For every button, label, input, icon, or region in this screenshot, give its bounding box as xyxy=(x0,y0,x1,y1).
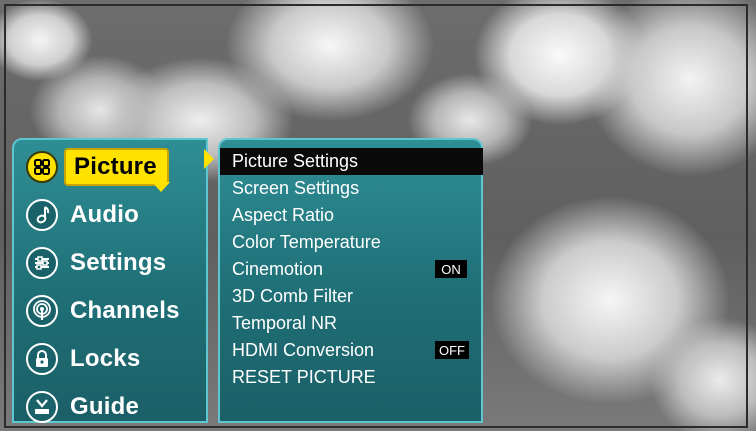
settings-sliders-icon xyxy=(26,247,58,279)
category-label: Audio xyxy=(70,201,139,228)
selection-right-arrow xyxy=(204,149,214,169)
submenu-item-cinemotion[interactable]: Cinemotion ON xyxy=(220,256,481,283)
cinemotion-status-badge: ON xyxy=(435,260,467,278)
submenu-label: Picture Settings xyxy=(232,151,359,171)
lock-icon xyxy=(26,343,58,375)
submenu-label: HDMI Conversion xyxy=(232,340,375,360)
category-label: Channels xyxy=(70,297,180,324)
category-item-picture[interactable]: Picture xyxy=(26,148,212,186)
submenu-item-screen-settings[interactable]: Screen Settings xyxy=(220,175,481,202)
submenu-item-temporal-nr[interactable]: Temporal NR xyxy=(220,310,481,337)
category-item-channels[interactable]: Channels xyxy=(26,292,212,330)
submenu-item-color-temperature[interactable]: Color Temperature xyxy=(220,229,481,256)
hdmi-conversion-status-badge: OFF xyxy=(435,341,469,359)
submenu-item-reset-picture[interactable]: RESET PICTURE xyxy=(220,364,481,391)
submenu-item-picture-settings[interactable]: Picture Settings xyxy=(220,148,483,175)
submenu-label: Color Temperature xyxy=(232,232,381,252)
category-item-settings[interactable]: Settings xyxy=(26,244,212,282)
submenu-label: Screen Settings xyxy=(232,178,360,198)
picture-submenu-panel: Picture Settings Screen Settings Aspect … xyxy=(218,138,483,423)
category-label: Settings xyxy=(70,249,167,276)
submenu-label: 3D Comb Filter xyxy=(232,286,354,306)
category-menu-panel: Picture Audio Settings Channels Locks Gu… xyxy=(12,138,208,423)
category-item-audio[interactable]: Audio xyxy=(26,196,212,234)
submenu-item-3d-comb-filter[interactable]: 3D Comb Filter xyxy=(220,283,481,310)
category-label: Guide xyxy=(70,393,140,420)
submenu-label: Cinemotion xyxy=(232,259,324,279)
submenu-label: Aspect Ratio xyxy=(232,205,335,225)
category-label: Picture xyxy=(64,148,169,186)
guide-icon xyxy=(26,391,58,423)
submenu-label: Temporal NR xyxy=(232,313,338,333)
antenna-broadcast-icon xyxy=(26,295,58,327)
submenu-item-hdmi-conversion[interactable]: HDMI Conversion OFF xyxy=(220,337,481,364)
category-item-locks[interactable]: Locks xyxy=(26,340,212,378)
audio-note-icon xyxy=(26,199,58,231)
category-label: Locks xyxy=(70,345,141,372)
submenu-label: RESET PICTURE xyxy=(232,367,376,387)
selection-down-arrow xyxy=(152,182,170,192)
submenu-item-aspect-ratio[interactable]: Aspect Ratio xyxy=(220,202,481,229)
picture-menu-icon xyxy=(26,151,58,183)
category-item-guide[interactable]: Guide xyxy=(26,388,212,426)
